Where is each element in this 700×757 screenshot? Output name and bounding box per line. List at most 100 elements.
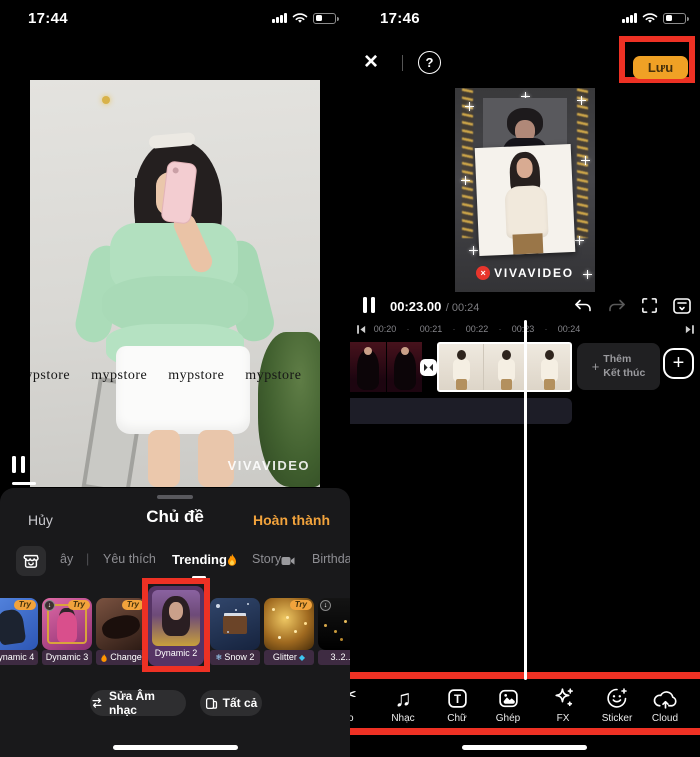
store-watermark-row: mypstore mypstore mypstore mypstore myps…	[30, 368, 320, 384]
theme-tile-change[interactable]: Try	[96, 598, 146, 650]
toolbar-item-sticker[interactable]: Sticker	[594, 684, 640, 724]
topbar-divider	[402, 55, 403, 71]
home-indicator[interactable]	[462, 745, 587, 750]
theme-label: Dynamic 3	[42, 650, 92, 665]
left-screen: 17:44	[0, 0, 350, 757]
skip-end-icon[interactable]	[684, 324, 695, 335]
video-preview[interactable]: × VIVAVIDEO	[455, 88, 595, 292]
home-indicator[interactable]	[113, 745, 238, 750]
theme-tile-snow2[interactable]	[210, 598, 260, 650]
save-button[interactable]: Lưu	[633, 56, 688, 79]
done-button[interactable]: Hoàn thành	[253, 512, 330, 528]
leg-left	[148, 430, 180, 487]
fx-icon	[551, 685, 576, 710]
toolbar-item-overlay[interactable]: Ghép	[485, 684, 531, 724]
status-icons	[272, 12, 336, 24]
help-button[interactable]: ?	[418, 51, 441, 74]
download-badge: ↓	[44, 600, 55, 611]
transition-button[interactable]	[420, 359, 437, 376]
status-time: 17:46	[380, 10, 420, 27]
theme-tile-dynamic3[interactable]: ↓ Try	[42, 598, 92, 650]
annotation-line-bottom	[350, 728, 700, 735]
clip-selected[interactable]	[437, 342, 572, 392]
diamond-icon: ◆	[299, 650, 305, 665]
all-icon	[205, 697, 218, 710]
playhead[interactable]	[524, 320, 527, 680]
store-icon	[22, 552, 40, 570]
annotation-box-dynamic2	[142, 578, 210, 672]
screenshot-root: 17:44	[0, 0, 700, 757]
tab-trending[interactable]: Trending	[172, 552, 227, 567]
fire-icon	[226, 553, 238, 567]
theme-label: Glitter ◆	[264, 650, 314, 665]
theme-label: Dynamic 4	[0, 650, 38, 665]
progress-mark	[12, 482, 36, 485]
redo-icon[interactable]	[606, 297, 628, 315]
undo-icon[interactable]	[572, 297, 594, 315]
theme-store-button[interactable]	[16, 546, 46, 576]
snowflake-icon: ❄	[216, 650, 223, 665]
export-icon[interactable]	[672, 297, 692, 315]
text-icon: T	[446, 687, 469, 710]
timeline-pause-button[interactable]	[363, 297, 375, 313]
toolbar-item-music[interactable]: ♫ Nhạc	[380, 684, 426, 724]
ruler-dot: ·	[407, 324, 410, 334]
vivavideo-watermark: VIVAVIDEO	[228, 458, 310, 473]
wifi-icon	[642, 12, 658, 24]
ruler-dot: ·	[545, 324, 548, 334]
ruler-tick: 00:23	[512, 324, 535, 334]
theme-tile-glitter[interactable]: Try	[264, 598, 314, 650]
tab-favorites[interactable]: Yêu thích	[103, 552, 156, 566]
toolbar-item-text[interactable]: T Chữ	[434, 684, 480, 724]
toolbar-item-fx[interactable]: FX	[540, 684, 586, 724]
theme-tile-321[interactable]: ↓	[318, 598, 350, 650]
ruler-dot: ·	[499, 324, 502, 334]
ruler-tick: 00:24	[558, 324, 581, 334]
swap-icon	[90, 697, 104, 709]
try-badge: Try	[14, 600, 36, 610]
ruler-tick: 00:22	[466, 324, 489, 334]
plus-icon: +	[592, 359, 600, 374]
edit-music-button[interactable]: Sửa Âm nhạc	[90, 690, 186, 716]
toolbar-item-cloud[interactable]: Cloud	[642, 684, 688, 724]
pause-button[interactable]	[12, 456, 25, 473]
overlay-icon	[497, 687, 520, 710]
shorts	[116, 346, 250, 434]
tab-story[interactable]: Story	[252, 552, 281, 566]
tab-birthday-partial[interactable]: Birthda	[312, 552, 350, 566]
battery-icon	[663, 13, 686, 24]
close-button[interactable]: ×	[364, 48, 378, 76]
ceiling-light	[102, 96, 110, 104]
time-display: 00:23.00 / 00:24	[390, 298, 479, 316]
fullscreen-icon[interactable]	[640, 296, 659, 315]
add-clip-button[interactable]: +	[663, 348, 694, 379]
music-icon: ♫	[380, 684, 426, 710]
add-ending-button[interactable]: + Thêm Kết thúc	[577, 343, 660, 390]
status-icons	[622, 12, 686, 24]
all-themes-button[interactable]: Tất cả	[200, 690, 262, 716]
download-badge: ↓	[320, 600, 331, 611]
cloud-upload-icon	[652, 688, 679, 710]
right-screen: 17:46 × ? Lưu	[350, 0, 700, 757]
skip-start-icon[interactable]	[356, 324, 367, 335]
fire-icon	[100, 653, 108, 663]
theme-label: Change	[96, 650, 146, 665]
theme-tile-dynamic4[interactable]: Try	[0, 598, 38, 650]
watermark-close-icon[interactable]: ×	[476, 266, 490, 280]
tab-recent-partial[interactable]: ây	[60, 552, 73, 566]
try-badge: Try	[290, 600, 312, 610]
clip-dark[interactable]	[350, 342, 422, 392]
video-preview[interactable]: mypstore mypstore mypstore mypstore myps…	[30, 80, 320, 487]
vivavideo-watermark: × VIVAVIDEO	[455, 266, 595, 280]
cut-icon-partial[interactable]: ✂	[350, 684, 357, 707]
try-badge: Try	[68, 600, 90, 610]
svg-text:T: T	[453, 694, 460, 706]
secondary-track[interactable]	[350, 398, 572, 424]
battery-icon	[313, 13, 336, 24]
theme-sheet: Hủy Chủ đề Hoàn thành ây | Yêu thích Tre…	[0, 488, 350, 757]
drag-handle[interactable]	[157, 495, 193, 499]
transition-icon	[423, 363, 434, 372]
signal-icon	[272, 13, 287, 24]
ruler-dot: ·	[453, 324, 456, 334]
toolbar-item-partial-label[interactable]: o	[350, 713, 354, 724]
